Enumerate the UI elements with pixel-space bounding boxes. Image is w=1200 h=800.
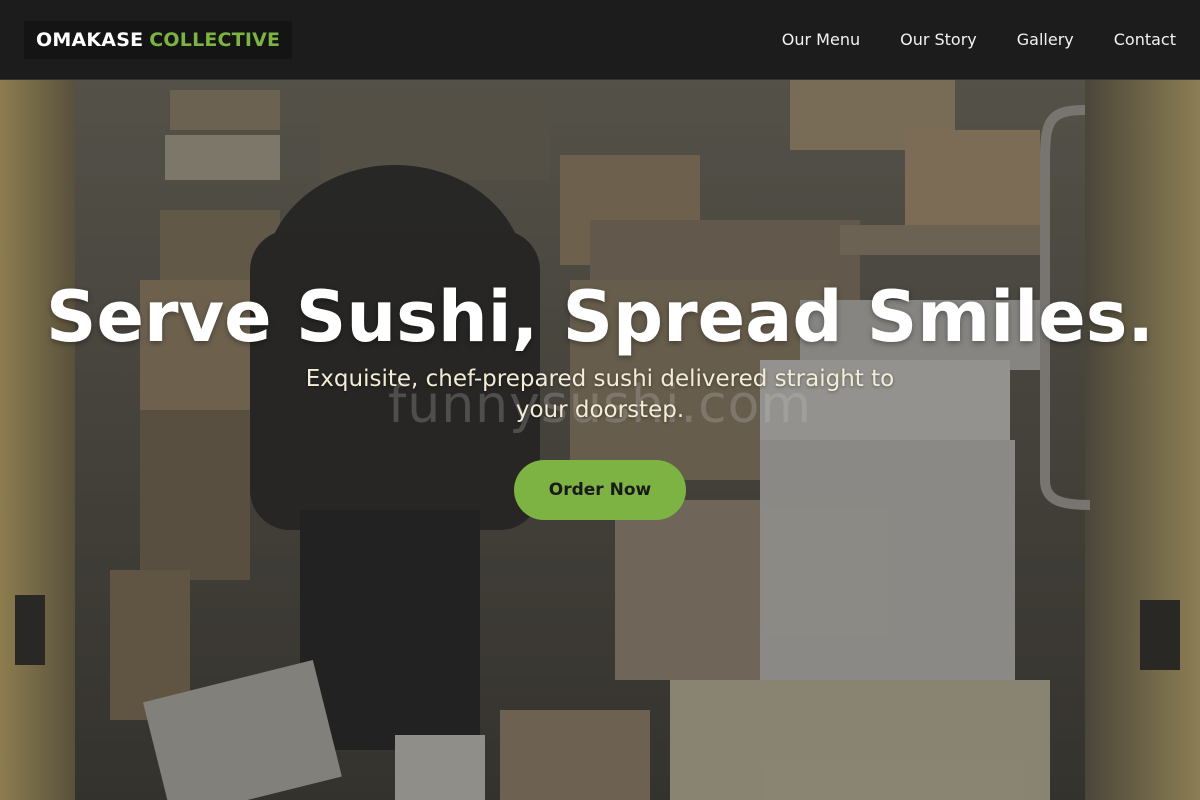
- nav-item-our-menu[interactable]: Our Menu: [782, 30, 860, 49]
- order-now-button[interactable]: Order Now: [514, 460, 686, 520]
- nav-item-our-story[interactable]: Our Story: [900, 30, 977, 49]
- brand-name-main: OMAKASE: [36, 28, 144, 51]
- main-nav: Our Menu Our Story Gallery Contact: [782, 30, 1176, 49]
- hero-section: funnysushi.com Serve Sushi, Spread Smile…: [0, 80, 1200, 800]
- brand-name-accent: COLLECTIVE: [149, 28, 281, 51]
- hero-headline: Serve Sushi, Spread Smiles.: [46, 276, 1154, 358]
- brand-logo[interactable]: OMAKASE COLLECTIVE: [24, 20, 293, 59]
- site-header: OMAKASE COLLECTIVE Our Menu Our Story Ga…: [0, 0, 1200, 80]
- nav-item-contact[interactable]: Contact: [1114, 30, 1176, 49]
- hero-subtitle: Exquisite, chef-prepared sushi delivered…: [305, 366, 895, 423]
- nav-item-gallery[interactable]: Gallery: [1017, 30, 1074, 49]
- hero-content: Serve Sushi, Spread Smiles. Exquisite, c…: [0, 276, 1200, 520]
